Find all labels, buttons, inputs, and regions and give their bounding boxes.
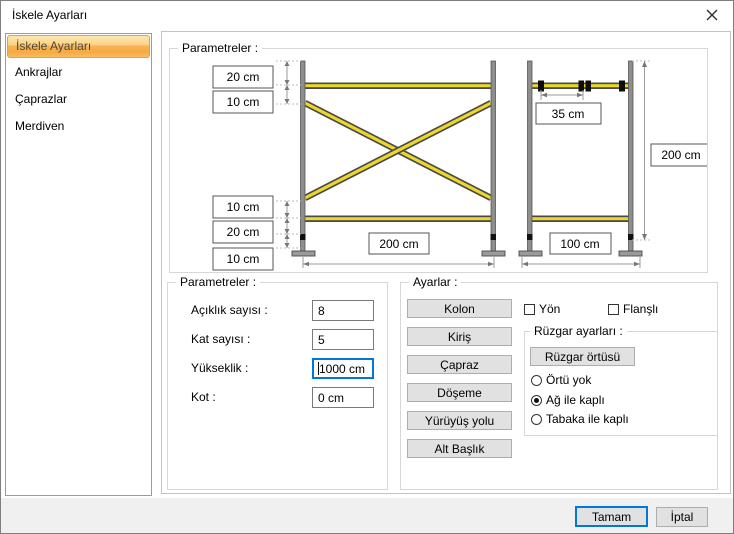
close-icon <box>706 9 718 21</box>
field-label-kot: Kot : <box>191 390 216 404</box>
dim-frame-height: 200 cm <box>661 148 700 162</box>
kat-sayisi-input[interactable]: 5 <box>312 329 374 350</box>
dim-top-10: 10 cm <box>227 95 260 109</box>
dim-bot-10b: 10 cm <box>227 252 260 266</box>
ag-ile-kapli-radio[interactable]: Ağ ile kaplı <box>531 393 605 407</box>
field-label-aciklik: Açıklık sayısı : <box>191 303 268 317</box>
dim-bot-20: 20 cm <box>227 225 260 239</box>
sidebar-item-iskele-ayarlari[interactable]: İskele Ayarları <box>7 35 150 58</box>
scaffold-settings-dialog: İskele Ayarları İskele Ayarları Ankrajla… <box>0 0 734 534</box>
flansli-checkbox-label: Flanşlı <box>623 302 659 316</box>
kot-input[interactable]: 0 cm <box>312 387 374 408</box>
ruzgar-ortusu-button[interactable]: Rüzgar örtüsü <box>530 347 635 366</box>
sidebar: İskele Ayarları Ankrajlar Çaprazlar Merd… <box>5 33 152 496</box>
ortu-yok-radio[interactable]: Örtü yok <box>531 373 591 387</box>
params-groupbox: Parametreler : Açıklık sayısı : 8 Kat sa… <box>167 275 388 490</box>
wind-groupbox: Rüzgar ayarları : Rüzgar örtüsü Örtü yok… <box>524 324 718 436</box>
tabaka-ile-kapli-radio-circle[interactable] <box>531 413 542 425</box>
scaffold-drawing: 20 cm 10 cm 10 cm 20 cm 10 cm 200 cm 35 … <box>212 60 707 271</box>
field-label-kat: Kat sayısı : <box>191 332 251 346</box>
doseme-button[interactable]: Döşeme <box>407 383 512 402</box>
kiris-button[interactable]: Kiriş <box>407 327 512 346</box>
close-button[interactable] <box>699 3 725 27</box>
dim-span-width: 200 cm <box>379 237 418 251</box>
tabaka-ile-kapli-radio[interactable]: Tabaka ile kaplı <box>531 412 629 426</box>
dim-frame-width: 100 cm <box>560 237 599 251</box>
wind-group-title: Rüzgar ayarları : <box>530 324 627 338</box>
ortu-yok-radio-circle[interactable] <box>531 374 542 386</box>
dim-top-20: 20 cm <box>227 70 260 84</box>
drawing-groupbox: Parametreler : 20 cm 10 cm 10 cm 20 cm 1… <box>169 41 708 273</box>
yon-checkbox[interactable]: Yön <box>524 302 560 316</box>
footer-bar: Tamam İptal <box>1 498 733 533</box>
params-group-title: Parametreler : <box>176 275 261 289</box>
sidebar-item-caprazlar[interactable]: Çaprazlar <box>6 86 151 113</box>
ag-ile-kapli-radio-circle[interactable] <box>531 394 542 406</box>
yon-checkbox-box[interactable] <box>524 303 535 315</box>
flansli-checkbox-box[interactable] <box>608 303 619 315</box>
ag-ile-kapli-radio-label: Ağ ile kaplı <box>546 393 605 407</box>
dialog-title: İskele Ayarları <box>12 8 88 22</box>
settings-group-title: Ayarlar : <box>409 275 462 289</box>
flansli-checkbox[interactable]: Flanşlı <box>608 302 658 316</box>
dim-clamp-spacing: 35 cm <box>552 107 585 121</box>
yuruyus-yolu-button[interactable]: Yürüyüş yolu <box>407 411 512 430</box>
dim-bot-10a: 10 cm <box>227 200 260 214</box>
front-frame-diagonals <box>303 100 493 201</box>
capraz-button[interactable]: Çapraz <box>407 355 512 374</box>
field-label-yukseklik: Yükseklik : <box>191 361 249 375</box>
tabaka-ile-kapli-radio-label: Tabaka ile kaplı <box>546 412 629 426</box>
yon-checkbox-label: Yön <box>539 302 561 316</box>
settings-groupbox: Ayarlar : Kolon Kiriş Çapraz Döşeme Yürü… <box>400 275 718 490</box>
sidebar-item-merdiven[interactable]: Merdiven <box>6 113 151 140</box>
aciklik-sayisi-input[interactable]: 8 <box>312 300 374 321</box>
sidebar-item-ankrajlar[interactable]: Ankrajlar <box>6 59 151 86</box>
alt-baslik-button[interactable]: Alt Başlık <box>407 439 512 458</box>
cancel-button[interactable]: İptal <box>656 507 708 527</box>
yukseklik-input[interactable]: 1000 cm <box>312 358 374 379</box>
ok-button[interactable]: Tamam <box>575 506 648 527</box>
ortu-yok-radio-label: Örtü yok <box>546 373 592 387</box>
kolon-button[interactable]: Kolon <box>407 299 512 318</box>
